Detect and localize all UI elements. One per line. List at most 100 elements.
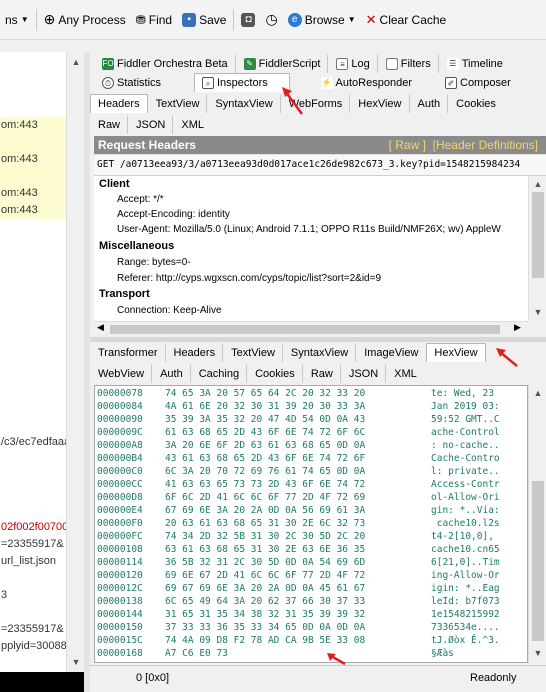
tab-label: TextView <box>155 98 200 110</box>
tab-response-json[interactable]: JSON <box>341 364 387 383</box>
tab-fiddlerscript[interactable]: ✎ FiddlerScript <box>236 54 329 73</box>
hex-row: 000000E4 67 69 6E 3A 20 2A 0D 0A 56 69 61… <box>97 505 500 517</box>
scroll-thumb[interactable] <box>532 192 544 278</box>
header-range[interactable]: Range: bytes=0- <box>117 257 191 268</box>
toolbar-decode-button[interactable]: ns ▼ <box>0 9 34 31</box>
taskbar-strip <box>0 672 84 692</box>
scroll-right-icon[interactable]: ▶ <box>514 322 521 333</box>
tab-response-webview[interactable]: WebView <box>90 364 153 383</box>
tab-response-hexview[interactable]: HexView <box>426 343 486 362</box>
tab-label: Composer <box>460 77 511 89</box>
header-referer[interactable]: Referer: http://cyps.wgxscn.com/cyps/top… <box>117 273 381 284</box>
tab-autoresponder[interactable]: ⚡ AutoResponder <box>290 73 420 92</box>
header-definitions-link[interactable]: [Header Definitions] <box>433 138 538 152</box>
hex-bytes: 74 65 3A 20 57 65 64 2C 20 32 33 20 <box>165 388 366 399</box>
tab-request-json[interactable]: JSON <box>128 115 174 134</box>
hex-offset: 000000FC <box>97 531 143 542</box>
header-connection[interactable]: Connection: Keep-Alive <box>117 305 222 316</box>
headers-vertical-scrollbar[interactable]: ▲ ▼ <box>528 176 546 321</box>
tab-fiddler-orchestra[interactable]: FO Fiddler Orchestra Beta <box>94 54 236 73</box>
screenshot-button[interactable]: ◘ <box>236 9 260 31</box>
scroll-up-icon[interactable]: ▲ <box>529 385 546 401</box>
header-accept[interactable]: Accept: */* <box>117 194 164 205</box>
tab-response-textview[interactable]: TextView <box>223 343 283 362</box>
list-item[interactable]: om:443 <box>0 151 66 168</box>
hex-row: 000000F0 20 63 61 63 68 65 31 30 2E 6C 32… <box>97 518 500 530</box>
status-bar: 0 [0x0] Readonly <box>90 665 546 692</box>
hex-row: 00000144 31 65 31 35 34 38 32 31 35 39 39… <box>97 609 500 621</box>
list-item[interactable]: 02f002f00700 <box>0 519 66 536</box>
header-accept-encoding[interactable]: Accept-Encoding: identity <box>117 209 230 220</box>
tab-request-hexview[interactable]: HexView <box>350 94 410 113</box>
list-item[interactable]: om:443 <box>0 117 66 134</box>
tab-response-raw[interactable]: Raw <box>303 364 341 383</box>
hex-offset: 0000015C <box>97 635 143 646</box>
tab-response-imageview[interactable]: ImageView <box>356 343 426 362</box>
tab-request-headers[interactable]: Headers <box>90 94 148 113</box>
tab-request-auth[interactable]: Auth <box>410 94 449 113</box>
tab-filters[interactable]: Filters <box>378 54 439 73</box>
list-item[interactable] <box>0 134 66 151</box>
hex-bytes: A7 C6 E0 73 <box>165 648 228 659</box>
annotation-arrow <box>496 348 518 367</box>
tab-composer[interactable]: ✐ Composer <box>420 73 519 92</box>
tab-request-textview[interactable]: TextView <box>148 94 208 113</box>
scroll-thumb[interactable] <box>532 481 544 641</box>
hex-bytes: 74 4A 09 D8 F2 78 AD CA 9B 5E 33 08 <box>165 635 366 646</box>
tab-response-caching[interactable]: Caching <box>191 364 248 383</box>
tab-inspectors[interactable]: ⌕ Inspectors <box>194 73 290 92</box>
hex-row: 000000A8 3A 20 6E 6F 2D 63 61 63 68 65 0D… <box>97 440 500 452</box>
scroll-thumb[interactable] <box>110 325 500 334</box>
tab-label: TextView <box>231 347 275 359</box>
session-url: url_list.json <box>1 555 57 567</box>
tab-timeline[interactable]: ☰ Timeline <box>439 54 511 73</box>
clear-cache-button[interactable]: ✕ Clear Cache <box>361 9 452 31</box>
hexview-panel[interactable]: 00000078 74 65 3A 20 57 65 64 2C 20 32 33… <box>94 385 528 663</box>
any-process-button[interactable]: ⊕ Any Process <box>39 9 131 31</box>
scroll-left-icon[interactable]: ◀ <box>97 322 104 333</box>
list-item[interactable]: url_list.json <box>0 553 66 570</box>
list-item[interactable]: =23355917& <box>0 621 66 638</box>
scroll-down-icon[interactable]: ▼ <box>529 304 546 320</box>
hexview-scrollbar[interactable]: ▲ ▼ <box>528 385 546 663</box>
tab-label: Headers <box>98 98 140 110</box>
save-button[interactable]: ▪ Save <box>177 9 231 31</box>
scroll-up-icon[interactable]: ▲ <box>529 176 546 192</box>
tab-request-xml[interactable]: XML <box>173 115 212 134</box>
horizontal-splitter[interactable] <box>90 337 546 342</box>
list-item[interactable]: /c3/ec7edfaaa <box>0 434 66 451</box>
hex-bytes: 20 63 61 63 68 65 31 30 2E 6C 32 73 <box>165 518 366 529</box>
scroll-down-icon[interactable]: ▼ <box>529 645 546 661</box>
group-transport[interactable]: Transport <box>99 288 150 300</box>
list-item[interactable]: om:443 <box>0 202 66 219</box>
header-user-agent[interactable]: User-Agent: Mozilla/5.0 (Linux; Android … <box>117 224 501 235</box>
tab-response-auth[interactable]: Auth <box>152 364 191 383</box>
list-item[interactable]: om:443 <box>0 185 66 202</box>
browse-button[interactable]: e Browse ▼ <box>283 9 361 31</box>
group-miscellaneous[interactable]: Miscellaneous <box>99 240 174 252</box>
tab-response-transformer[interactable]: Transformer <box>90 343 166 362</box>
group-client[interactable]: Client <box>99 178 130 190</box>
headers-horizontal-scrollbar[interactable]: ◀ ▶ <box>94 321 528 336</box>
list-item[interactable]: =23355917& <box>0 536 66 553</box>
timer-button[interactable]: ◷ <box>260 9 282 31</box>
tab-response-headers[interactable]: Headers <box>166 343 224 362</box>
hex-offset: 000000D8 <box>97 492 143 503</box>
list-item[interactable]: 3 <box>0 587 66 604</box>
scroll-up-icon[interactable]: ▲ <box>67 54 85 70</box>
tab-response-syntaxview[interactable]: SyntaxView <box>283 343 357 362</box>
list-item[interactable] <box>0 168 66 185</box>
list-item[interactable]: pplyid=30088 <box>0 638 66 655</box>
tab-statistics[interactable]: ⏱ Statistics <box>94 73 194 92</box>
scroll-down-icon[interactable]: ▼ <box>67 654 85 670</box>
find-button[interactable]: ⛃ Find <box>131 9 177 31</box>
session-list-scrollbar[interactable]: ▲ ▼ <box>66 52 84 672</box>
tab-log[interactable]: ≡ Log <box>328 54 378 73</box>
raw-link[interactable]: [ Raw ] <box>389 138 426 152</box>
tab-response-cookies[interactable]: Cookies <box>247 364 303 383</box>
tab-request-raw[interactable]: Raw <box>90 115 129 134</box>
tab-request-syntaxview[interactable]: SyntaxView <box>207 94 281 113</box>
request-headers-titlebar: Request Headers [ Raw ] [Header Definiti… <box>94 136 546 154</box>
tab-request-cookies[interactable]: Cookies <box>448 94 504 113</box>
tab-response-xml[interactable]: XML <box>386 364 425 383</box>
